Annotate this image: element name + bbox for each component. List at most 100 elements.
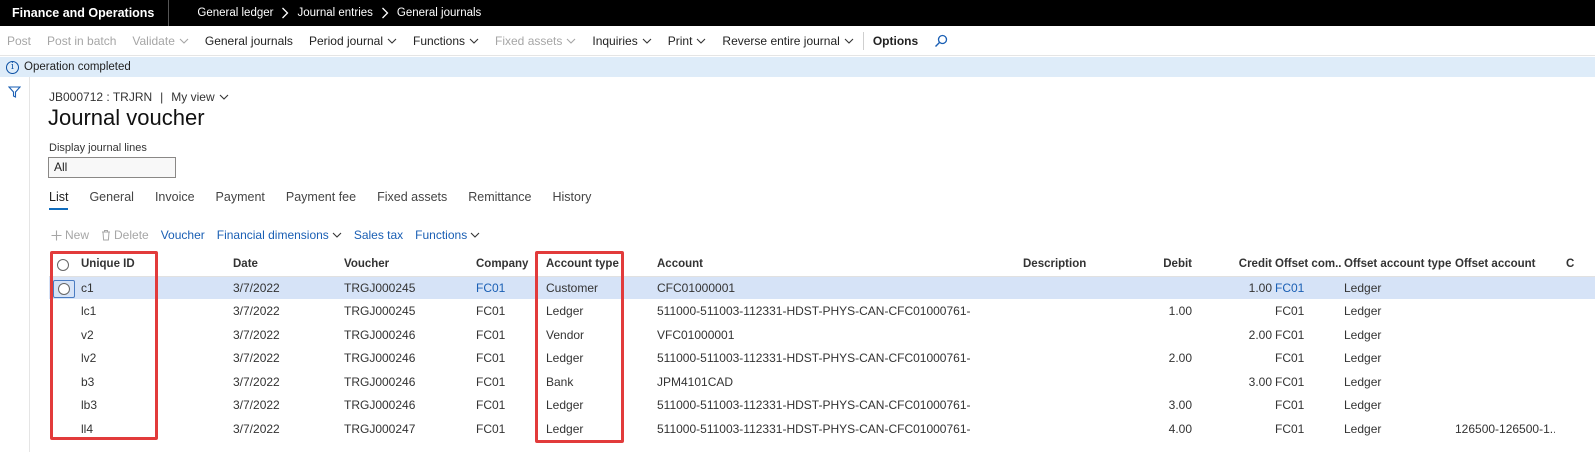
cell-account-type[interactable]: Ledger [546, 418, 626, 442]
cell-description[interactable] [1023, 394, 1123, 418]
cell-account-type[interactable]: Vendor [546, 324, 626, 348]
column-header-extra[interactable]: C [1566, 253, 1586, 277]
cell-offset-account-type[interactable]: Ledger [1344, 418, 1452, 442]
cell-account-type[interactable]: Ledger [546, 300, 626, 324]
cell-company[interactable]: FC01 [476, 418, 536, 442]
general-journals-button[interactable]: General journals [197, 26, 301, 56]
breadcrumb-general-ledger[interactable]: General ledger [197, 7, 273, 19]
cell-offset-account[interactable] [1455, 277, 1555, 301]
column-header-unique-id[interactable]: Unique ID [81, 253, 181, 277]
cell-account[interactable]: 511000-511003-112331-HDST-PHYS-CAN-CFC01… [657, 347, 977, 371]
column-header-offset-company[interactable]: Offset com... [1275, 253, 1341, 277]
app-title[interactable]: Finance and Operations [0, 0, 170, 26]
cell-offset-account[interactable] [1455, 324, 1555, 348]
cell-offset-account[interactable] [1455, 394, 1555, 418]
tab-remittance[interactable]: Remittance [468, 190, 531, 210]
filter-icon[interactable] [7, 86, 22, 101]
column-header-account-type[interactable]: Account type [546, 253, 626, 277]
tab-list[interactable]: List [49, 190, 69, 210]
grid-functions-menu[interactable]: Functions [415, 228, 480, 242]
cell-account[interactable]: 511000-511003-112331-HDST-PHYS-CAN-CFC01… [657, 300, 977, 324]
column-header-description[interactable]: Description [1023, 253, 1103, 277]
cell-offset-company[interactable]: FC01 [1275, 277, 1341, 301]
cell-date[interactable]: 3/7/2022 [233, 418, 313, 442]
table-row[interactable]: v2 3/7/2022 TRGJ000246 FC01 Vendor VFC0100000… [49, 324, 1595, 348]
validate-menu[interactable]: Validate [124, 26, 196, 56]
search-button[interactable] [926, 26, 956, 56]
cell-company[interactable]: FC01 [476, 394, 536, 418]
cell-debit[interactable] [1149, 371, 1192, 395]
cell-account[interactable]: JPM4101CAD [657, 371, 977, 395]
cell-voucher[interactable]: TRGJ000246 [344, 371, 434, 395]
cell-unique-id[interactable]: c1 [81, 277, 181, 301]
cell-company[interactable]: FC01 [476, 300, 536, 324]
cell-date[interactable]: 3/7/2022 [233, 300, 313, 324]
tab-general[interactable]: General [89, 190, 133, 210]
tab-payment-fee[interactable]: Payment fee [286, 190, 356, 210]
column-header-company[interactable]: Company [476, 253, 536, 277]
column-header-date[interactable]: Date [233, 253, 313, 277]
cell-description[interactable] [1023, 324, 1123, 348]
voucher-button[interactable]: Voucher [161, 228, 205, 242]
tab-history[interactable]: History [552, 190, 591, 210]
cell-company[interactable]: FC01 [476, 324, 536, 348]
column-header-credit[interactable]: Credit [1219, 253, 1272, 277]
cell-company[interactable]: FC01 [476, 371, 536, 395]
table-row[interactable]: b3 3/7/2022 TRGJ000246 FC01 Bank JPM4101CAD 3.… [49, 371, 1595, 395]
new-line-button[interactable]: New [51, 228, 89, 242]
cell-debit[interactable] [1149, 324, 1192, 348]
cell-description[interactable] [1023, 418, 1123, 442]
cell-date[interactable]: 3/7/2022 [233, 394, 313, 418]
cell-credit[interactable]: 3.00 [1219, 371, 1272, 395]
cell-date[interactable]: 3/7/2022 [233, 324, 313, 348]
column-header-account[interactable]: Account [657, 253, 717, 277]
cell-credit[interactable]: 2.00 [1219, 324, 1272, 348]
cell-offset-company[interactable]: FC01 [1275, 324, 1341, 348]
cell-company[interactable]: FC01 [476, 347, 536, 371]
cell-offset-account[interactable] [1455, 371, 1555, 395]
tab-fixed-assets[interactable]: Fixed assets [377, 190, 447, 210]
cell-debit[interactable] [1149, 277, 1192, 301]
cell-unique-id[interactable]: lv2 [81, 347, 181, 371]
table-row[interactable]: lv2 3/7/2022 TRGJ000246 FC01 Ledger 511000-51… [49, 347, 1595, 371]
view-selector[interactable]: My view [171, 90, 229, 104]
cell-offset-account-type[interactable]: Ledger [1344, 371, 1452, 395]
cell-offset-company[interactable]: FC01 [1275, 300, 1341, 324]
column-header-offset-account[interactable]: Offset account [1455, 253, 1555, 277]
row-selector[interactable] [53, 279, 75, 298]
cell-date[interactable]: 3/7/2022 [233, 371, 313, 395]
cell-offset-account-type[interactable]: Ledger [1344, 277, 1452, 301]
cell-offset-account-type[interactable]: Ledger [1344, 394, 1452, 418]
sales-tax-button[interactable]: Sales tax [354, 228, 403, 242]
table-row[interactable]: ll4 3/7/2022 TRGJ000247 FC01 Ledger 511000-51… [49, 418, 1595, 442]
reverse-entire-journal-menu[interactable]: Reverse entire journal [714, 26, 861, 56]
cell-unique-id[interactable]: b3 [81, 371, 181, 395]
print-menu[interactable]: Print [660, 26, 715, 56]
cell-offset-company[interactable]: FC01 [1275, 371, 1341, 395]
functions-menu[interactable]: Functions [405, 26, 487, 56]
cell-voucher[interactable]: TRGJ000247 [344, 418, 434, 442]
cell-company[interactable]: FC01 [476, 277, 536, 301]
cell-account[interactable]: CFC01000001 [657, 277, 977, 301]
options-tab[interactable]: Options [865, 26, 926, 56]
cell-offset-company[interactable]: FC01 [1275, 418, 1341, 442]
cell-offset-account-type[interactable]: Ledger [1344, 347, 1452, 371]
table-row[interactable]: c1 3/7/2022 TRGJ000245 FC01 Customer CFC01000… [49, 276, 1595, 301]
breadcrumb-general-journals[interactable]: General journals [397, 7, 481, 19]
financial-dimensions-menu[interactable]: Financial dimensions [217, 228, 342, 242]
cell-description[interactable] [1023, 347, 1123, 371]
cell-account-type[interactable]: Bank [546, 371, 626, 395]
column-header-voucher[interactable]: Voucher [344, 253, 434, 277]
cell-account[interactable]: 511000-511003-112331-HDST-PHYS-CAN-CFC01… [657, 394, 977, 418]
post-button[interactable]: Post [0, 26, 39, 56]
cell-date[interactable]: 3/7/2022 [233, 277, 313, 301]
cell-credit[interactable] [1219, 394, 1272, 418]
cell-account[interactable]: 511000-511003-112331-HDST-PHYS-CAN-CFC01… [657, 418, 977, 442]
cell-date[interactable]: 3/7/2022 [233, 347, 313, 371]
inquiries-menu[interactable]: Inquiries [584, 26, 659, 56]
cell-debit[interactable]: 3.00 [1149, 394, 1192, 418]
cell-offset-account-type[interactable]: Ledger [1344, 324, 1452, 348]
table-row[interactable]: lb3 3/7/2022 TRGJ000246 FC01 Ledger 511000-51… [49, 394, 1595, 418]
breadcrumb-journal-entries[interactable]: Journal entries [297, 7, 372, 19]
cell-credit[interactable] [1219, 300, 1272, 324]
